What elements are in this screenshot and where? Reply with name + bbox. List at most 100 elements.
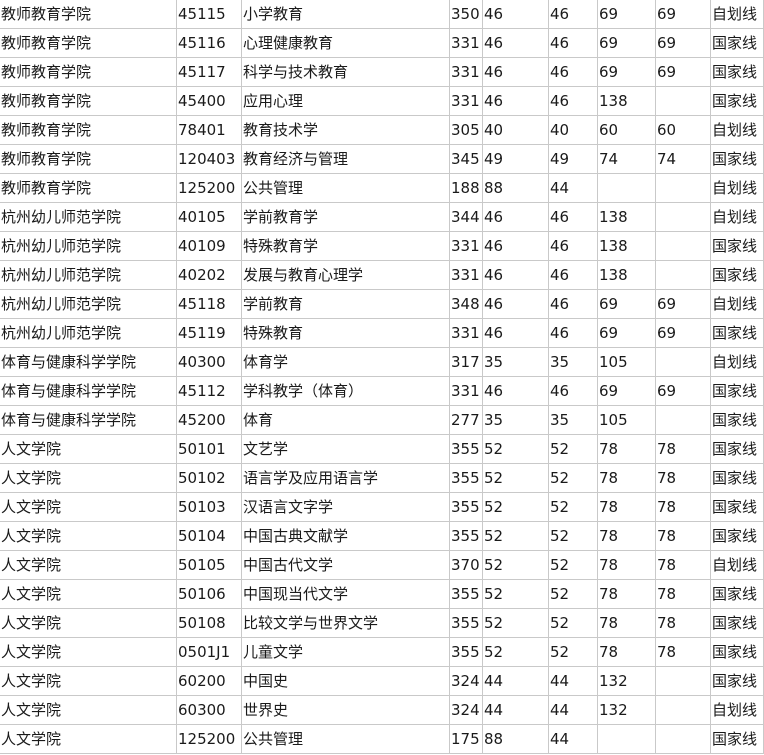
score-d-cell: 78 <box>655 463 711 493</box>
line-type-cell: 国家线 <box>710 608 764 638</box>
table-row: 教师教育学院 120403 教育经济与管理 345 49 49 74 74 国家线 <box>0 144 764 174</box>
score-c-cell: 132 <box>597 666 656 696</box>
total-score-cell: 355 <box>449 434 483 464</box>
score-d-cell <box>655 405 711 435</box>
score-a-cell: 52 <box>482 492 549 522</box>
college-cell: 人文学院 <box>0 695 177 725</box>
major-cell: 发展与教育心理学 <box>241 260 450 290</box>
score-a-cell: 52 <box>482 579 549 609</box>
total-score-cell: 355 <box>449 637 483 667</box>
college-cell: 人文学院 <box>0 434 177 464</box>
line-type-cell: 国家线 <box>710 260 764 290</box>
line-type-cell: 国家线 <box>710 637 764 667</box>
table-row: 杭州幼儿师范学院 40109 特殊教育学 331 46 46 138 国家线 <box>0 231 764 261</box>
score-d-cell: 69 <box>655 28 711 58</box>
table-row: 杭州幼儿师范学院 40202 发展与教育心理学 331 46 46 138 国家线 <box>0 260 764 290</box>
table-row: 体育与健康科学学院 40300 体育学 317 35 35 105 自划线 <box>0 347 764 377</box>
college-cell: 教师教育学院 <box>0 0 177 29</box>
score-c-cell: 105 <box>597 405 656 435</box>
total-score-cell: 370 <box>449 550 483 580</box>
score-b-cell: 44 <box>548 695 598 725</box>
score-d-cell <box>655 202 711 232</box>
college-cell: 教师教育学院 <box>0 144 177 174</box>
major-cell: 学科教学（体育） <box>241 376 450 406</box>
score-b-cell: 46 <box>548 202 598 232</box>
table-row: 教师教育学院 125200 公共管理 188 88 44 自划线 <box>0 173 764 203</box>
college-cell: 教师教育学院 <box>0 57 177 87</box>
major-cell: 体育 <box>241 405 450 435</box>
line-type-cell: 国家线 <box>710 521 764 551</box>
code-cell: 60200 <box>176 666 242 696</box>
line-type-cell: 国家线 <box>710 231 764 261</box>
line-type-cell: 国家线 <box>710 86 764 116</box>
score-d-cell: 69 <box>655 289 711 319</box>
score-b-cell: 35 <box>548 405 598 435</box>
code-cell: 125200 <box>176 724 242 754</box>
major-cell: 应用心理 <box>241 86 450 116</box>
score-c-cell: 69 <box>597 28 656 58</box>
college-cell: 人文学院 <box>0 550 177 580</box>
score-d-cell: 78 <box>655 550 711 580</box>
score-b-cell: 46 <box>548 0 598 29</box>
line-type-cell: 国家线 <box>710 666 764 696</box>
college-cell: 体育与健康科学学院 <box>0 405 177 435</box>
college-cell: 人文学院 <box>0 521 177 551</box>
total-score-cell: 331 <box>449 28 483 58</box>
total-score-cell: 317 <box>449 347 483 377</box>
line-type-cell: 自划线 <box>710 550 764 580</box>
score-b-cell: 35 <box>548 347 598 377</box>
score-b-cell: 40 <box>548 115 598 145</box>
score-a-cell: 46 <box>482 0 549 29</box>
table-row: 人文学院 50106 中国现当代文学 355 52 52 78 78 国家线 <box>0 579 764 609</box>
score-d-cell: 78 <box>655 492 711 522</box>
total-score-cell: 331 <box>449 57 483 87</box>
score-a-cell: 35 <box>482 347 549 377</box>
line-type-cell: 自划线 <box>710 115 764 145</box>
code-cell: 50104 <box>176 521 242 551</box>
table-row: 人文学院 50104 中国古典文献学 355 52 52 78 78 国家线 <box>0 521 764 551</box>
line-type-cell: 自划线 <box>710 347 764 377</box>
college-cell: 杭州幼儿师范学院 <box>0 260 177 290</box>
total-score-cell: 345 <box>449 144 483 174</box>
score-d-cell <box>655 173 711 203</box>
score-d-cell: 69 <box>655 57 711 87</box>
total-score-cell: 175 <box>449 724 483 754</box>
major-cell: 公共管理 <box>241 173 450 203</box>
score-b-cell: 52 <box>548 579 598 609</box>
total-score-cell: 355 <box>449 608 483 638</box>
table-row: 教师教育学院 45115 小学教育 350 46 46 69 69 自划线 <box>0 0 764 29</box>
code-cell: 45400 <box>176 86 242 116</box>
score-a-cell: 52 <box>482 521 549 551</box>
score-a-cell: 35 <box>482 405 549 435</box>
college-cell: 人文学院 <box>0 724 177 754</box>
total-score-cell: 324 <box>449 666 483 696</box>
code-cell: 50106 <box>176 579 242 609</box>
table-row: 人文学院 60300 世界史 324 44 44 132 自划线 <box>0 695 764 725</box>
score-d-cell: 78 <box>655 637 711 667</box>
score-b-cell: 52 <box>548 550 598 580</box>
score-d-cell: 78 <box>655 608 711 638</box>
score-b-cell: 46 <box>548 318 598 348</box>
code-cell: 40105 <box>176 202 242 232</box>
line-type-cell: 国家线 <box>710 57 764 87</box>
score-a-cell: 44 <box>482 666 549 696</box>
line-type-cell: 自划线 <box>710 0 764 29</box>
score-b-cell: 49 <box>548 144 598 174</box>
total-score-cell: 305 <box>449 115 483 145</box>
score-a-cell: 46 <box>482 260 549 290</box>
major-cell: 科学与技术教育 <box>241 57 450 87</box>
major-cell: 公共管理 <box>241 724 450 754</box>
table-row: 杭州幼儿师范学院 45118 学前教育 348 46 46 69 69 自划线 <box>0 289 764 319</box>
code-cell: 78401 <box>176 115 242 145</box>
score-d-cell <box>655 347 711 377</box>
score-c-cell: 138 <box>597 231 656 261</box>
total-score-cell: 331 <box>449 376 483 406</box>
code-cell: 125200 <box>176 173 242 203</box>
code-cell: 120403 <box>176 144 242 174</box>
score-c-cell: 69 <box>597 57 656 87</box>
score-d-cell <box>655 231 711 261</box>
college-cell: 杭州幼儿师范学院 <box>0 202 177 232</box>
college-cell: 体育与健康科学学院 <box>0 376 177 406</box>
code-cell: 45115 <box>176 0 242 29</box>
major-cell: 教育经济与管理 <box>241 144 450 174</box>
